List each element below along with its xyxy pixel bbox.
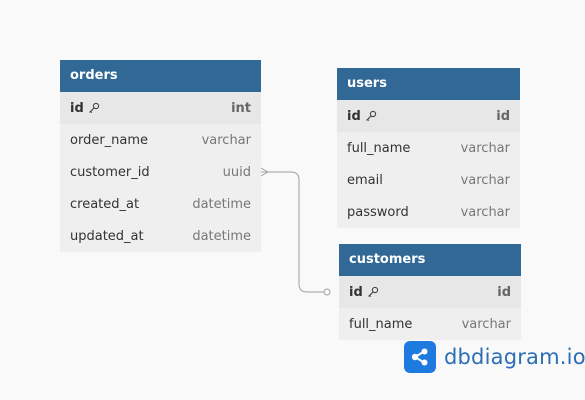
column-type: id [496,108,510,124]
column-name-cell: id [349,285,379,300]
table-orders-header[interactable]: orders [60,60,261,92]
column-row[interactable]: created_at datetime [60,188,261,220]
key-icon [367,286,379,298]
column-row[interactable]: id id [337,100,520,132]
column-name: full_name [347,140,411,156]
column-name: updated_at [70,228,144,244]
column-name: id [347,108,361,124]
column-row[interactable]: customer_id uuid [60,156,261,188]
column-name: order_name [70,132,149,148]
table-orders[interactable]: orders id int order_name varchar custome… [60,60,261,252]
brand-watermark: dbdiagram.io [404,341,585,373]
column-row[interactable]: id id [339,276,521,308]
column-row[interactable]: id int [60,92,261,124]
table-users[interactable]: users id id full_name varchar email varc… [337,68,520,228]
column-type: varchar [201,132,251,148]
column-row[interactable]: full_name varchar [337,132,520,164]
column-type: datetime [192,196,251,212]
column-name-cell: id [70,101,100,116]
column-name-cell: id [347,109,377,124]
table-users-header[interactable]: users [337,68,520,100]
column-name: password [347,204,409,220]
brand-name: dbdiagram.io [444,345,585,369]
column-type: varchar [460,140,510,156]
column-name: email [347,172,383,188]
column-type: int [231,100,251,116]
column-name: full_name [349,316,413,332]
share-nodes-icon [404,341,436,373]
table-customers[interactable]: customers id id full_name varchar [339,244,521,340]
connector-line [261,171,324,293]
table-customers-header[interactable]: customers [339,244,521,276]
column-name: id [70,100,84,116]
one-marker [323,288,331,296]
column-type: varchar [461,316,511,332]
column-name: customer_id [70,164,150,180]
key-icon [88,102,100,114]
column-row[interactable]: full_name varchar [339,308,521,340]
diagram-canvas: orders id int order_name varchar custome… [0,0,585,400]
crowsfoot-marker [260,167,269,177]
column-type: datetime [192,228,251,244]
column-name: id [349,284,363,300]
column-row[interactable]: updated_at datetime [60,220,261,252]
column-type: uuid [222,164,251,180]
column-row[interactable]: email varchar [337,164,520,196]
column-row[interactable]: password varchar [337,196,520,228]
column-type: varchar [460,172,510,188]
column-row[interactable]: order_name varchar [60,124,261,156]
column-name: created_at [70,196,140,212]
column-type: varchar [460,204,510,220]
key-icon [365,110,377,122]
column-type: id [497,284,511,300]
